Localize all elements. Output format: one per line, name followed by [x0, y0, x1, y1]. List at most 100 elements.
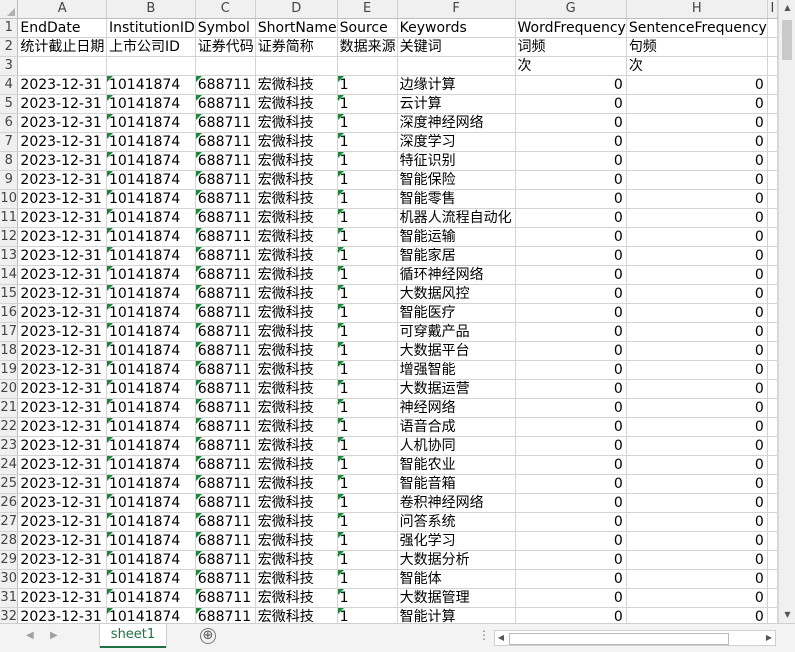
cell-short-name[interactable]: 宏微科技 [255, 113, 338, 133]
cell-institution-id[interactable]: 10141874 [106, 322, 196, 342]
cell-f-header[interactable] [397, 56, 516, 76]
cell-end-date[interactable]: 2023-12-31 [17, 493, 107, 513]
cell-word-frequency[interactable]: 0 [515, 512, 627, 532]
cell-keyword[interactable]: 人机协同 [397, 436, 516, 456]
cell-sentence-frequency[interactable]: 0 [626, 379, 768, 399]
cell-b-header[interactable] [106, 56, 196, 76]
cell-sentence-frequency[interactable]: 0 [626, 398, 768, 418]
cell-empty[interactable] [767, 75, 778, 95]
cell-source[interactable]: 1 [337, 341, 398, 361]
row-header[interactable]: 20 [0, 379, 19, 399]
cell-word-frequency[interactable]: 0 [515, 113, 627, 133]
cell-end-date[interactable]: 2023-12-31 [17, 379, 107, 399]
cell-source[interactable]: 1 [337, 284, 398, 304]
cell-source[interactable]: 1 [337, 474, 398, 494]
cell-empty[interactable] [767, 588, 778, 608]
cell-empty[interactable] [767, 569, 778, 589]
cell-institution-id[interactable]: 10141874 [106, 455, 196, 475]
row-header[interactable]: 9 [0, 170, 19, 190]
cell-institution-id[interactable]: 10141874 [106, 227, 196, 247]
cell-keyword[interactable]: 智能运输 [397, 227, 516, 247]
cell-keyword[interactable]: 大数据平台 [397, 341, 516, 361]
cell-sentence-frequency[interactable]: 0 [626, 151, 768, 171]
cell-sentence-frequency[interactable]: 0 [626, 113, 768, 133]
cell-end-date[interactable]: 2023-12-31 [17, 75, 107, 95]
cell-word-frequency[interactable]: 0 [515, 170, 627, 190]
cell-i-header[interactable] [767, 37, 778, 57]
cell-empty[interactable] [767, 113, 778, 133]
cell-empty[interactable] [767, 208, 778, 228]
cell-symbol[interactable]: 688711 [195, 113, 256, 133]
vertical-scrollbar[interactable]: ▲ ▼ [778, 0, 795, 623]
cell-sentence-frequency[interactable]: 0 [626, 132, 768, 152]
cell-f-header[interactable]: Keywords [397, 18, 516, 38]
cell-short-name[interactable]: 宏微科技 [255, 170, 338, 190]
cell-symbol[interactable]: 688711 [195, 151, 256, 171]
cell-sentence-frequency[interactable]: 0 [626, 550, 768, 570]
cell-sentence-frequency[interactable]: 0 [626, 607, 768, 623]
cell-a-header[interactable]: 统计截止日期 [17, 37, 107, 57]
cell-symbol[interactable]: 688711 [195, 607, 256, 623]
cell-keyword[interactable]: 云计算 [397, 94, 516, 114]
cell-short-name[interactable]: 宏微科技 [255, 132, 338, 152]
cell-word-frequency[interactable]: 0 [515, 398, 627, 418]
cell-end-date[interactable]: 2023-12-31 [17, 455, 107, 475]
cell-sentence-frequency[interactable]: 0 [626, 75, 768, 95]
column-header-i[interactable]: I [767, 0, 778, 19]
cell-institution-id[interactable]: 10141874 [106, 550, 196, 570]
cell-keyword[interactable]: 大数据风控 [397, 284, 516, 304]
column-header-g[interactable]: G [515, 0, 627, 19]
row-header[interactable]: 10 [0, 189, 19, 209]
cell-end-date[interactable]: 2023-12-31 [17, 322, 107, 342]
row-header[interactable]: 4 [0, 75, 19, 95]
cell-word-frequency[interactable]: 0 [515, 227, 627, 247]
cell-institution-id[interactable]: 10141874 [106, 341, 196, 361]
cell-empty[interactable] [767, 246, 778, 266]
cell-short-name[interactable]: 宏微科技 [255, 607, 338, 623]
cell-c-header[interactable]: 证券代码 [195, 37, 256, 57]
cell-keyword[interactable]: 循环神经网络 [397, 265, 516, 285]
cell-e-header[interactable]: 数据来源 [337, 37, 398, 57]
cell-word-frequency[interactable]: 0 [515, 341, 627, 361]
column-header-e[interactable]: E [337, 0, 398, 19]
cell-end-date[interactable]: 2023-12-31 [17, 284, 107, 304]
cell-end-date[interactable]: 2023-12-31 [17, 512, 107, 532]
cell-short-name[interactable]: 宏微科技 [255, 303, 338, 323]
cell-keyword[interactable]: 智能保险 [397, 170, 516, 190]
cell-short-name[interactable]: 宏微科技 [255, 474, 338, 494]
cell-source[interactable]: 1 [337, 379, 398, 399]
cell-short-name[interactable]: 宏微科技 [255, 569, 338, 589]
cell-symbol[interactable]: 688711 [195, 170, 256, 190]
cell-symbol[interactable]: 688711 [195, 588, 256, 608]
cell-i-header[interactable] [767, 56, 778, 76]
cell-symbol[interactable]: 688711 [195, 284, 256, 304]
cell-sentence-frequency[interactable]: 0 [626, 569, 768, 589]
cell-institution-id[interactable]: 10141874 [106, 265, 196, 285]
cell-end-date[interactable]: 2023-12-31 [17, 227, 107, 247]
cell-sentence-frequency[interactable]: 0 [626, 170, 768, 190]
cell-source[interactable]: 1 [337, 455, 398, 475]
row-header[interactable]: 25 [0, 474, 19, 494]
cell-empty[interactable] [767, 189, 778, 209]
cell-institution-id[interactable]: 10141874 [106, 75, 196, 95]
spreadsheet-grid[interactable]: ABCDEFGHI 1 EndDate InstitutionID Symbol Sho… [0, 0, 778, 623]
cell-empty[interactable] [767, 531, 778, 551]
cell-institution-id[interactable]: 10141874 [106, 189, 196, 209]
cell-institution-id[interactable]: 10141874 [106, 474, 196, 494]
cell-f-header[interactable]: 关键词 [397, 37, 516, 57]
cell-end-date[interactable]: 2023-12-31 [17, 398, 107, 418]
cell-institution-id[interactable]: 10141874 [106, 208, 196, 228]
cell-source[interactable]: 1 [337, 417, 398, 437]
cell-source[interactable]: 1 [337, 208, 398, 228]
cell-institution-id[interactable]: 10141874 [106, 493, 196, 513]
cell-end-date[interactable]: 2023-12-31 [17, 550, 107, 570]
cell-source[interactable]: 1 [337, 360, 398, 380]
cell-symbol[interactable]: 688711 [195, 379, 256, 399]
row-header[interactable]: 7 [0, 132, 19, 152]
cell-sentence-frequency[interactable]: 0 [626, 284, 768, 304]
cell-source[interactable]: 1 [337, 170, 398, 190]
cell-sentence-frequency[interactable]: 0 [626, 94, 768, 114]
cell-word-frequency[interactable]: 0 [515, 493, 627, 513]
cell-empty[interactable] [767, 341, 778, 361]
cell-word-frequency[interactable]: 0 [515, 284, 627, 304]
